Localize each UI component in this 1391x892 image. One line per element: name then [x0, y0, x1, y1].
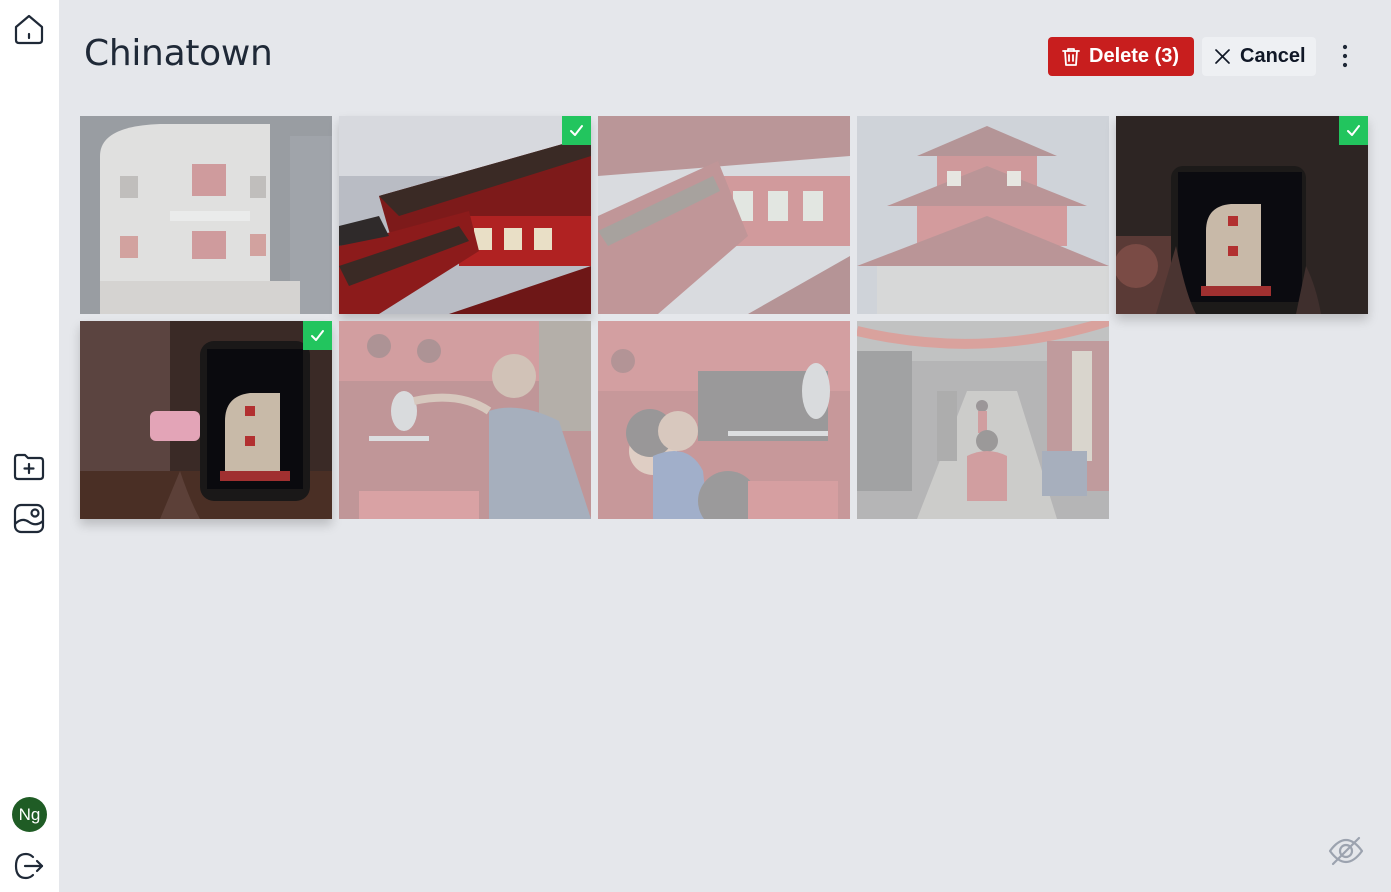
delete-label: Delete (3) [1089, 45, 1180, 67]
logout-icon[interactable] [9, 846, 49, 886]
cancel-label: Cancel [1240, 45, 1306, 67]
photo-parrot-man [339, 321, 591, 519]
photo-tile[interactable] [598, 116, 850, 314]
photo-tile[interactable] [857, 321, 1109, 519]
eye-off-icon[interactable] [1326, 831, 1366, 871]
photo-tile[interactable] [80, 116, 332, 314]
photo-tile[interactable] [598, 321, 850, 519]
sidebar: Ng [0, 0, 59, 892]
photo-temple-tower [857, 116, 1109, 314]
photo-tile[interactable] [339, 321, 591, 519]
selected-check-icon [303, 321, 332, 350]
delete-button[interactable]: Delete (3) [1048, 37, 1194, 76]
photo-tile[interactable] [80, 321, 332, 519]
photo-tile[interactable] [857, 116, 1109, 314]
close-icon [1215, 49, 1230, 64]
home-icon[interactable] [9, 9, 49, 49]
folder-plus-icon[interactable] [9, 446, 49, 486]
photo-phone-screen [80, 321, 332, 519]
photo-temple-eaves [598, 116, 850, 314]
cancel-button[interactable]: Cancel [1202, 37, 1316, 76]
photo-phone-screen [1116, 116, 1368, 314]
avatar[interactable]: Ng [12, 797, 47, 832]
photo-corner-building [80, 116, 332, 314]
photo-temple-roofs [339, 116, 591, 314]
photo-tile[interactable] [1116, 116, 1368, 314]
page-title: Chinatown [84, 33, 273, 74]
more-options-icon[interactable] [1330, 38, 1360, 74]
selected-check-icon [1339, 116, 1368, 145]
photo-album-icon[interactable] [9, 498, 49, 538]
trash-icon [1062, 47, 1080, 66]
photo-street-lanterns [857, 321, 1109, 519]
selected-check-icon [562, 116, 591, 145]
photo-parrot-children [598, 321, 850, 519]
photo-tile[interactable] [339, 116, 591, 314]
